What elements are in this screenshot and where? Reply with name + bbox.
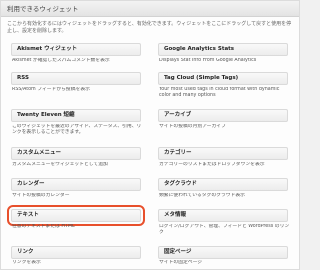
widget-links[interactable]: リンク (11, 246, 141, 259)
widget-description: このウィジェットを最近のアサイド、ステータス、引用、リンクを表示しることができま… (12, 124, 142, 135)
widget-title: 固定ページ (164, 249, 192, 255)
widget-title: Akismet ウィジェット (17, 46, 78, 52)
widget-title: RSS (17, 75, 29, 81)
widget-title: カレンダー (17, 181, 45, 187)
widget-description: 任意のテキストまたは HTML (12, 224, 75, 229)
widget-archives[interactable]: アーカイブ (158, 109, 288, 122)
widget-description: サイトの投稿のカレンダー (12, 193, 70, 198)
widget-title: タグクラウド (164, 181, 197, 187)
widget-description: Your most used tags in cloud format with… (159, 87, 280, 98)
widget-google-analytics-stats[interactable]: Google Analytics Stats (158, 43, 288, 56)
widget-rss[interactable]: RSS (11, 72, 141, 85)
widget-description: サイトの固定ページ (159, 260, 203, 265)
widget-text[interactable]: テキスト (7, 205, 145, 226)
widget-description: リンクを表示 (12, 260, 41, 265)
widget-description: サイトの投稿の月別アーカイブ (159, 124, 226, 129)
widget-tag-cloud-simple-tags[interactable]: Tag Cloud (Simple Tags) (158, 72, 288, 85)
widget-title: カスタムメニュー (17, 150, 62, 156)
panel-title[interactable]: 利用できるウィジェット (1, 1, 299, 17)
widget-categories[interactable]: カテゴリー (158, 147, 288, 160)
widget-meta[interactable]: メタ情報 (158, 209, 288, 222)
widget-description: カテゴリーのリストまたはドロップダウンを表示 (159, 162, 265, 167)
widget-description: 頻繁に使われているタグのクラウド表示 (159, 193, 245, 198)
widget-title: Google Analytics Stats (164, 46, 235, 52)
widget-title: リンク (17, 249, 34, 255)
widget-title: テキスト (17, 212, 39, 218)
widget-description: Akismet が確認したスパムコメント数を表示 (12, 58, 110, 63)
widget-pages[interactable]: 固定ページ (158, 246, 288, 259)
widget-akismet[interactable]: Akismet ウィジェット (11, 43, 141, 56)
widget-title: カテゴリー (164, 150, 192, 156)
widget-description: Displays Stat Info From Google Analytics (159, 58, 257, 63)
panel-description: ここから有効化するにはウィジェットをドラッグすると、有効化できます。ウィジェット… (7, 21, 292, 34)
widget-twenty-eleven-ephemera[interactable]: Twenty Eleven 短縮 (11, 109, 141, 122)
widget-title: Tag Cloud (Simple Tags) (164, 75, 239, 81)
widget-calendar[interactable]: カレンダー (11, 178, 141, 191)
widget-description: RSS/Atom フィードから投稿を表示 (12, 87, 90, 92)
widget-description: カスタムメニューをウィジェットとして追加 (12, 162, 108, 167)
widget-title: Twenty Eleven 短縮 (17, 112, 75, 118)
available-widgets-panel: 利用できるウィジェット ここから有効化するにはウィジェットをドラッグすると、有効… (0, 0, 300, 270)
widget-custom-menu[interactable]: カスタムメニュー (11, 147, 141, 160)
widget-title: メタ情報 (164, 212, 187, 218)
widget-tag-cloud[interactable]: タグクラウド (158, 178, 288, 191)
widget-title: アーカイブ (164, 112, 192, 118)
widget-description: ログイン/ログアウト、管理、フィードと WordPress のリンク (159, 224, 290, 235)
